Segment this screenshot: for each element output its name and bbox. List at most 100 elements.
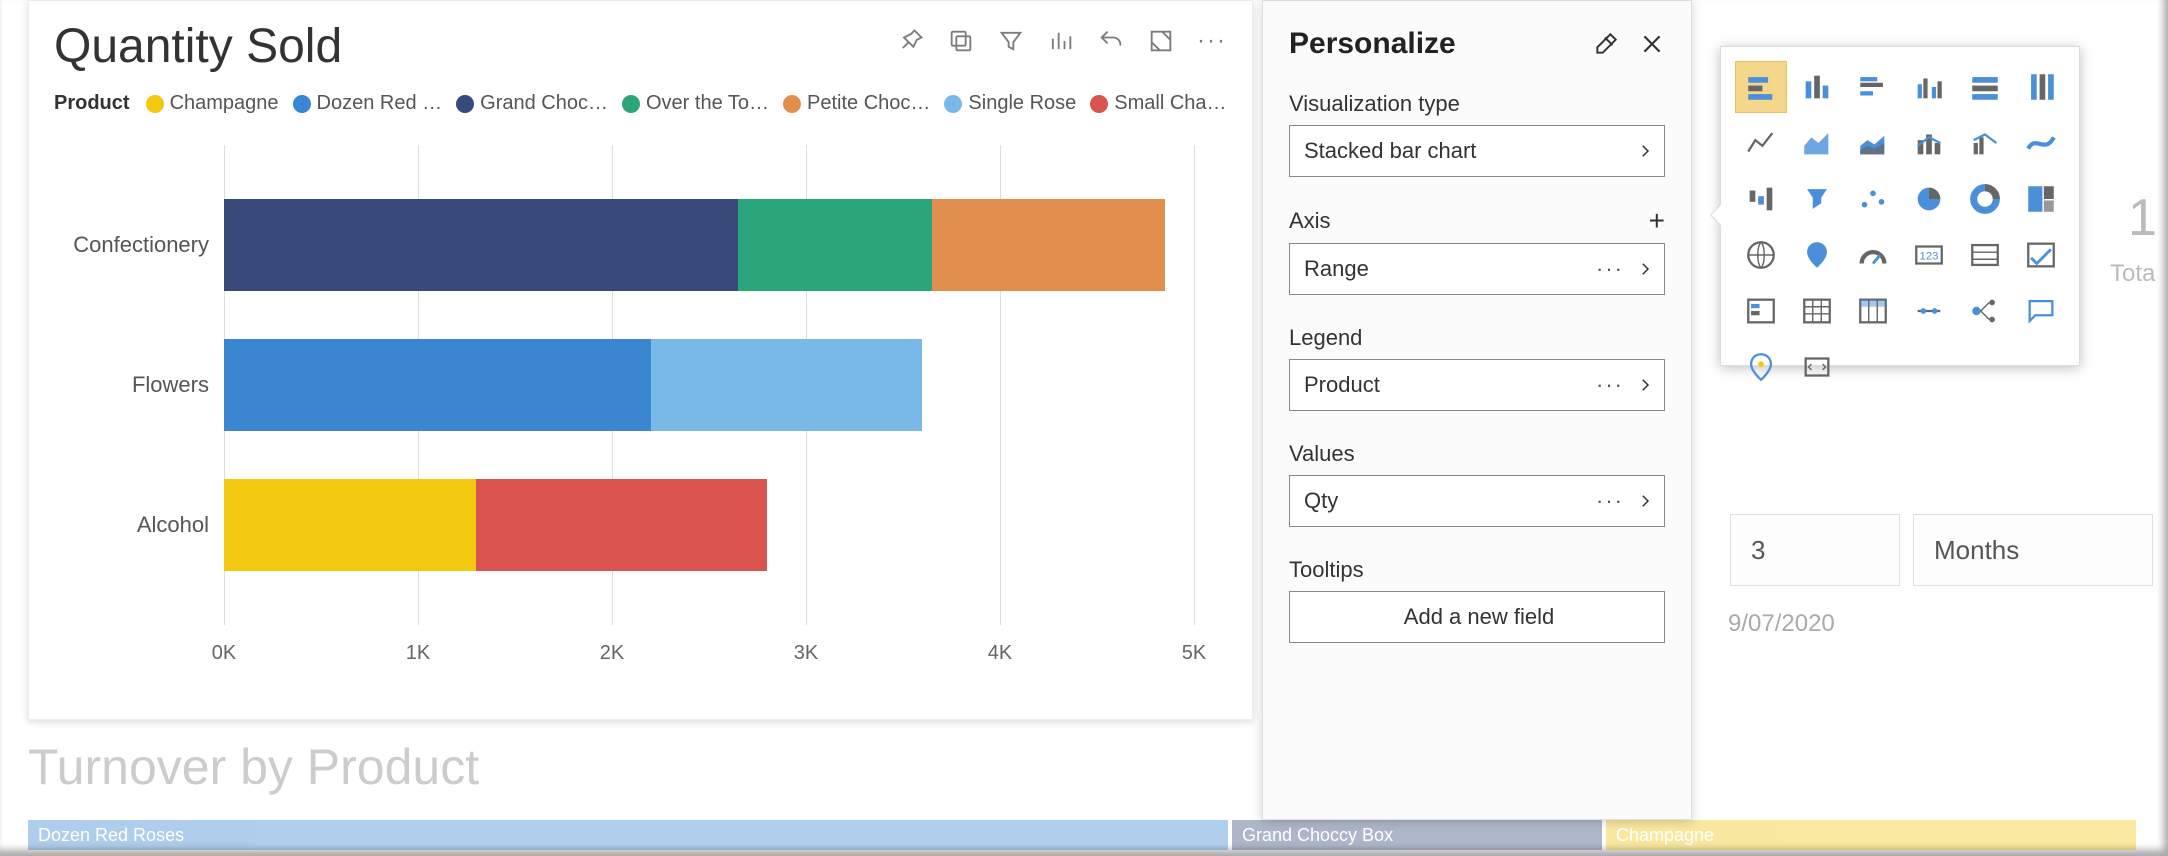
category-row: Confectionery <box>224 185 1197 305</box>
add-new-field-button[interactable]: Add a new field <box>1289 591 1665 643</box>
category-label: Alcohol <box>44 512 209 538</box>
bar-segment[interactable] <box>932 199 1165 291</box>
pin-icon[interactable] <box>897 27 925 55</box>
legend-item[interactable]: Dozen Red … <box>293 92 443 115</box>
axis-more-icon[interactable]: ··· <box>1596 256 1624 282</box>
viz-type-selector[interactable]: Stacked bar chart <box>1289 125 1665 177</box>
viz-option-clustered-column[interactable] <box>1903 61 1955 113</box>
close-icon[interactable] <box>1639 31 1665 57</box>
category-row: Alcohol <box>224 465 1197 585</box>
legend-item[interactable]: Single Rose <box>944 92 1076 115</box>
x-tick-label: 3K <box>794 642 818 665</box>
undo-icon[interactable] <box>1097 27 1125 55</box>
axis-add-icon[interactable]: + <box>1649 207 1665 235</box>
chevron-right-icon <box>1636 376 1654 394</box>
legend-item[interactable]: Grand Choc… <box>456 92 608 115</box>
legend-more-icon[interactable]: ··· <box>1596 372 1624 398</box>
legend-swatch <box>783 95 801 113</box>
legend-swatch <box>293 95 311 113</box>
background-field-months-value: Months <box>1934 535 2019 566</box>
viz-option-stacked-bar[interactable] <box>1735 61 1787 113</box>
copy-icon[interactable] <box>947 27 975 55</box>
legend-label: Petite Choc… <box>807 92 930 115</box>
values-more-icon[interactable]: ··· <box>1596 488 1624 514</box>
viz-option-key-influencers[interactable] <box>1959 285 2011 337</box>
stacked-bar <box>224 199 1194 291</box>
viz-option-line-stacked-col[interactable] <box>1903 117 1955 169</box>
viz-option-filled-map[interactable] <box>1791 229 1843 281</box>
viz-option-clustered-bar[interactable] <box>1847 61 1899 113</box>
eraser-icon[interactable] <box>1593 31 1619 57</box>
viz-option-gauge[interactable] <box>1847 229 1899 281</box>
filter-icon[interactable] <box>997 27 1025 55</box>
viz-option-pie[interactable] <box>1903 173 1955 225</box>
viz-option-map[interactable] <box>1735 229 1787 281</box>
legend-swatch <box>456 95 474 113</box>
turnover-bar-segment: Dozen Red Roses <box>28 820 1228 850</box>
axis-value: Range <box>1304 256 1369 282</box>
more-options-icon[interactable]: ··· <box>1197 27 1227 55</box>
focus-mode-icon[interactable] <box>1147 27 1175 55</box>
bar-segment[interactable] <box>738 199 932 291</box>
viz-option-area[interactable] <box>1791 117 1843 169</box>
viz-option-stacked-column[interactable] <box>1791 61 1843 113</box>
personalize-icon[interactable] <box>1047 27 1075 55</box>
viz-option-r-visual[interactable] <box>1903 285 1955 337</box>
legend-item[interactable]: Over the To… <box>622 92 769 115</box>
legend-field[interactable]: Product ··· <box>1289 359 1665 411</box>
tooltips-field-label: Tooltips <box>1289 557 1364 583</box>
legend-field-label: Legend <box>1289 325 1362 351</box>
viz-option-ribbon[interactable] <box>2015 117 2067 169</box>
viz-option-stacked-area[interactable] <box>1847 117 1899 169</box>
x-tick-label: 4K <box>988 642 1012 665</box>
viz-option-slicer[interactable] <box>1735 285 1787 337</box>
viz-option-q-and-a[interactable] <box>2015 285 2067 337</box>
axis-field[interactable]: Range ··· <box>1289 243 1665 295</box>
chevron-right-icon <box>1636 260 1654 278</box>
viz-option-multi-card[interactable] <box>1959 229 2011 281</box>
viz-option-donut[interactable] <box>1959 173 2011 225</box>
background-field-3-value: 3 <box>1751 535 1765 566</box>
bar-segment[interactable] <box>651 339 923 431</box>
viz-option-table[interactable] <box>1791 285 1843 337</box>
turnover-bar-row: Dozen Red RosesGrand Choccy BoxChampagne <box>28 820 2160 850</box>
values-field-label: Values <box>1289 441 1355 467</box>
background-kpi-number: 1 <box>2128 188 2157 248</box>
x-tick-label: 1K <box>406 642 430 665</box>
legend-label: Small Cha… <box>1114 92 1226 115</box>
background-date-text: 9/07/2020 <box>1728 610 1835 638</box>
legend-label: Grand Choc… <box>480 92 608 115</box>
viz-type-flyout: 123 <box>1720 46 2080 366</box>
bar-segment[interactable] <box>224 339 651 431</box>
legend-item[interactable]: Petite Choc… <box>783 92 930 115</box>
viz-option-waterfall[interactable] <box>1735 173 1787 225</box>
viz-option-funnel[interactable] <box>1791 173 1843 225</box>
viz-option-matrix[interactable] <box>1847 285 1899 337</box>
legend-value: Product <box>1304 372 1380 398</box>
viz-option-kpi[interactable] <box>2015 229 2067 281</box>
bar-segment[interactable] <box>476 479 767 571</box>
viz-option-card[interactable]: 123 <box>1903 229 1955 281</box>
viz-option-line[interactable] <box>1735 117 1787 169</box>
chart-legend: Product ChampagneDozen Red …Grand Choc…O… <box>54 92 1227 115</box>
bar-segment[interactable] <box>224 479 476 571</box>
background-field-months: Months <box>1913 514 2153 586</box>
viz-option-arcgis[interactable] <box>1735 341 1787 393</box>
x-tick-label: 5K <box>1182 642 1206 665</box>
legend-item[interactable]: Champagne <box>146 92 279 115</box>
legend-swatch <box>622 95 640 113</box>
viz-option-line-clustered-col[interactable] <box>1959 117 2011 169</box>
viz-option-treemap[interactable] <box>2015 173 2067 225</box>
legend-swatch <box>1090 95 1108 113</box>
legend-item[interactable]: Small Cha… <box>1090 92 1226 115</box>
category-label: Flowers <box>44 372 209 398</box>
viz-option-100-bar[interactable] <box>1959 61 2011 113</box>
viz-option-100-column[interactable] <box>2015 61 2067 113</box>
svg-text:123: 123 <box>1920 250 1939 262</box>
chart-visual: Quantity Sold <box>28 0 1253 720</box>
viz-option-python[interactable] <box>1791 341 1843 393</box>
bar-segment[interactable] <box>224 199 738 291</box>
values-field[interactable]: Qty ··· <box>1289 475 1665 527</box>
values-value: Qty <box>1304 488 1338 514</box>
viz-option-scatter[interactable] <box>1847 173 1899 225</box>
